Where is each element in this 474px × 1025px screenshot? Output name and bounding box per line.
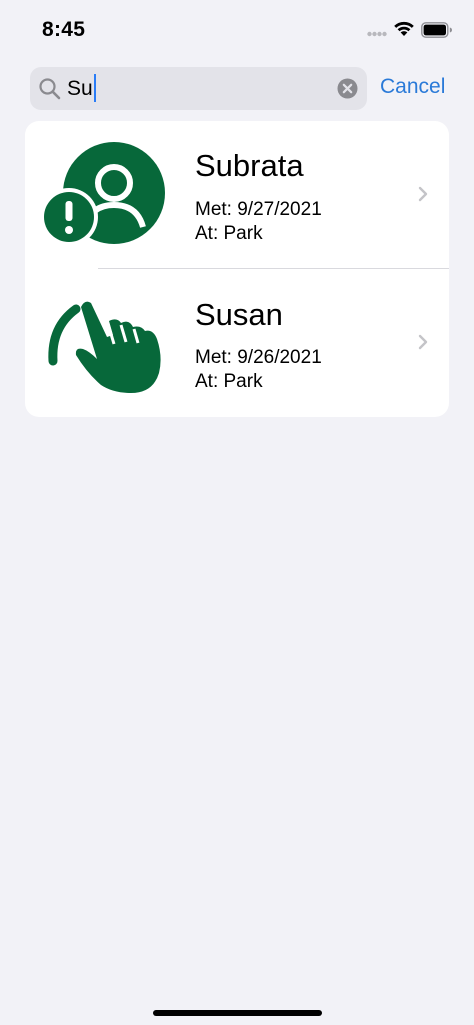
status-time: 8:45 bbox=[42, 18, 86, 41]
met-location: At: Park bbox=[195, 223, 263, 244]
met-date: Met: 9/26/2021 bbox=[195, 347, 322, 368]
search-input[interactable]: Su bbox=[30, 67, 367, 110]
cancel-button[interactable]: Cancel bbox=[380, 75, 445, 99]
contact-name: Subrata bbox=[195, 148, 304, 183]
search-icon bbox=[39, 78, 61, 100]
met-date: Met: 9/27/2021 bbox=[195, 199, 322, 220]
search-text: Su bbox=[67, 73, 96, 102]
cellular-signal-icon bbox=[367, 31, 387, 37]
battery-icon bbox=[421, 22, 452, 38]
hand-tap-icon bbox=[48, 301, 161, 393]
results-list: Subrata Met: 9/27/2021 At: Park Susan Me… bbox=[25, 121, 449, 417]
clear-text-icon[interactable] bbox=[337, 78, 358, 99]
person-alert-icon bbox=[41, 142, 165, 246]
status-bar: 8:45 bbox=[0, 0, 474, 60]
list-item[interactable]: Subrata Met: 9/27/2021 At: Park bbox=[25, 121, 449, 269]
text-caret bbox=[93, 73, 96, 102]
met-location: At: Park bbox=[195, 371, 263, 392]
chevron-right-icon bbox=[418, 334, 428, 350]
list-item[interactable]: Susan Met: 9/26/2021 At: Park bbox=[25, 269, 449, 417]
contact-name: Susan bbox=[195, 297, 283, 332]
home-indicator[interactable] bbox=[153, 1010, 322, 1016]
chevron-right-icon bbox=[418, 186, 428, 202]
wifi-icon bbox=[394, 21, 414, 36]
search-value-text: Su bbox=[67, 77, 93, 100]
search-row: Su Cancel bbox=[30, 67, 450, 110]
